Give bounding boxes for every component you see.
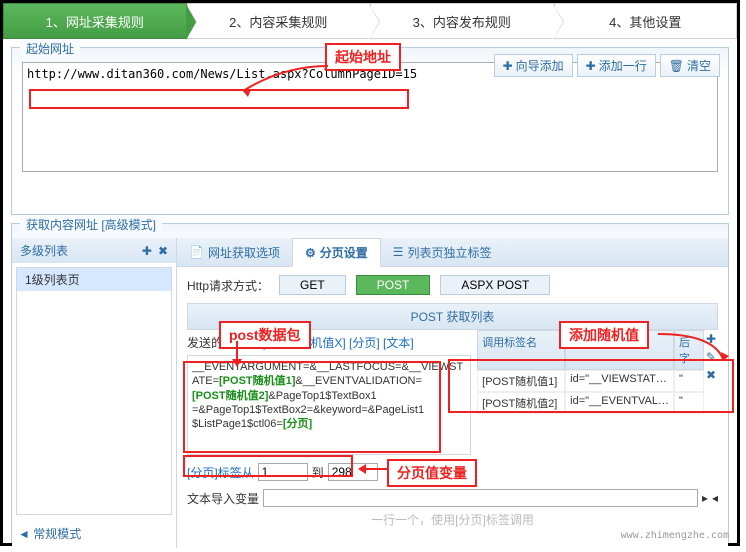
trash-icon: 🗑 (669, 59, 684, 73)
tab-url-options[interactable]: 📄网址获取选项 (177, 238, 292, 266)
add-icon[interactable]: ✚ (706, 332, 716, 346)
plus-icon: ✚ (586, 59, 596, 73)
callout-post-data: post数据包 (219, 321, 311, 349)
page-to-input[interactable] (328, 463, 378, 481)
dd-left-icon[interactable]: ▸ (702, 491, 708, 505)
content-url-title: 获取内容网址 [高级模式] (20, 216, 162, 233)
th-tagname: 调用标签名 (477, 330, 565, 370)
plus-icon: ✚ (503, 59, 513, 73)
add-row-button[interactable]: ✚添加一行 (577, 54, 656, 77)
table-row[interactable]: [POST随机值2] id="__EVENTVAL… " (477, 392, 704, 414)
http-method-label: Http请求方式： (187, 277, 269, 294)
tab-list-tags[interactable]: ☰列表页独立标签 (381, 238, 504, 266)
callout-start-addr: 起始地址 (325, 43, 401, 71)
normal-mode-button[interactable]: ◄ 常规模式 (12, 519, 176, 548)
import-var-input[interactable] (263, 489, 698, 507)
page-from-input[interactable] (258, 463, 308, 481)
callout-add-random: 添加随机值 (559, 321, 649, 349)
page-to-label: 到 (312, 464, 324, 481)
list-icon: ☰ (393, 245, 404, 259)
callout-page-var: 分页值变量 (387, 459, 477, 487)
watermark: www.zhimengzhe.com (621, 530, 729, 541)
file-icon: 📄 (189, 245, 204, 259)
step-1[interactable]: 1、网址采集规则 (3, 3, 187, 39)
th-suffix: 后字 (674, 330, 704, 370)
table-row[interactable]: [POST随机值1] id="__VIEWSTAT… " (477, 370, 704, 392)
import-var-label: 文本导入变量 (187, 490, 259, 507)
aspx-post-button[interactable]: ASPX POST (440, 275, 550, 295)
step-2[interactable]: 2、内容采集规则 (187, 3, 371, 39)
content-url-panel: 获取内容网址 [高级模式] 多级列表 ✚ ✖ 1级列表页 (11, 223, 729, 543)
get-button[interactable]: GET (279, 275, 346, 295)
edit-icon[interactable]: ✎ (706, 350, 716, 364)
delete-icon[interactable]: ✖ (706, 368, 716, 382)
post-data-box[interactable]: __EVENTARGUMENT=&__LASTFOCUS=&__VIEWST A… (187, 355, 471, 455)
start-url-input[interactable]: http://www.ditan360.com/News/List.aspx?C… (22, 62, 718, 172)
multi-list-label: 多级列表 (20, 242, 68, 259)
gear-icon: ⚙ (305, 246, 316, 260)
step-4[interactable]: 4、其他设置 (554, 3, 738, 39)
start-url-title: 起始网址 (20, 40, 80, 57)
dd-right-icon[interactable]: ◂ (712, 491, 718, 505)
step-3[interactable]: 3、内容发布规则 (370, 3, 554, 39)
clear-button[interactable]: 🗑清空 (660, 54, 720, 77)
wizard-add-button[interactable]: ✚向导添加 (494, 54, 573, 77)
tab-page-settings[interactable]: ⚙分页设置 (292, 238, 381, 267)
post-button[interactable]: POST (356, 275, 431, 295)
start-url-panel: 起始网址 ✚向导添加 ✚添加一行 🗑清空 http://www.ditan360… (11, 47, 729, 215)
plus-icon[interactable]: ✚ (142, 244, 152, 258)
left-icon: ◄ (18, 527, 30, 541)
page-tag-from-label: [分页]标签从 (187, 464, 254, 481)
step-tabs: 1、网址采集规则 2、内容采集规则 3、内容发布规则 4、其他设置 (3, 3, 737, 39)
x-icon[interactable]: ✖ (158, 244, 168, 258)
hint-text: 一行一个，使用[分页]标签调用 (187, 511, 718, 528)
list-item[interactable]: 1级列表页 (17, 268, 171, 291)
